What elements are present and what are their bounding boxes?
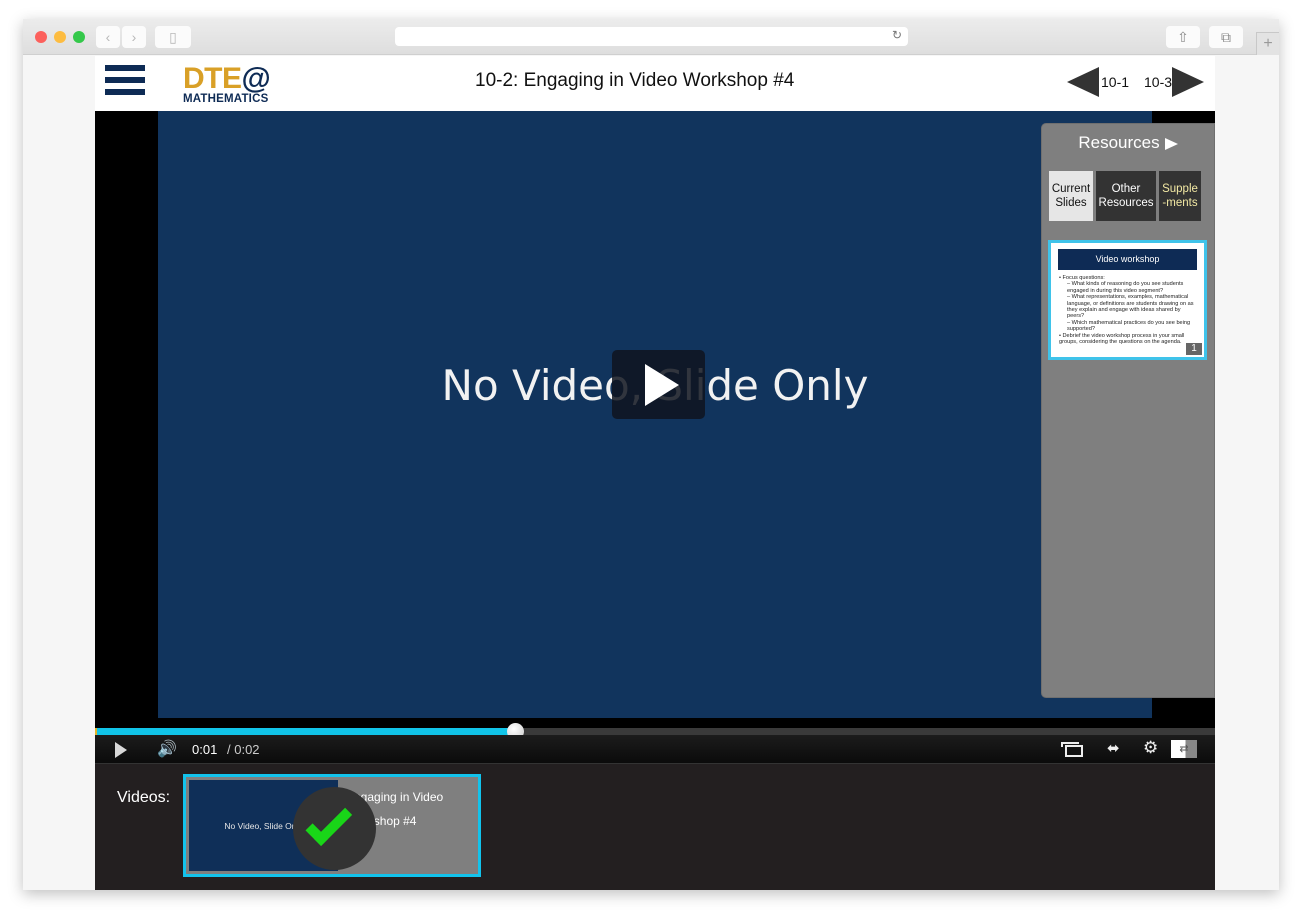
play-icon (645, 364, 679, 406)
volume-icon[interactable]: 🔊 (157, 739, 177, 759)
chevron-left-icon: ‹ (105, 29, 111, 45)
page-content: DTE@ MATHEMATICS 10-2: Engaging in Video… (95, 56, 1215, 890)
previous-lesson-label: 10-1 (1101, 74, 1130, 90)
share-button[interactable]: ⇧ (1166, 26, 1200, 48)
slide-bullet: – Which mathematical practices do you se… (1067, 319, 1191, 333)
slide-thumbnail[interactable]: Video workshop • Focus questions: – What… (1048, 240, 1207, 360)
video-screen[interactable]: No Video, Slide Only (158, 111, 1152, 718)
menu-button[interactable] (105, 65, 145, 97)
forward-button[interactable]: › (122, 26, 146, 48)
checkmark-icon (305, 799, 353, 846)
videos-label: Videos: (117, 789, 171, 806)
sidebar-toggle-button[interactable]: ▯ (155, 26, 191, 48)
slide-body: • Focus questions: – What kinds of reaso… (1059, 275, 1197, 345)
hamburger-icon-bar (105, 89, 145, 95)
new-tab-button[interactable]: + (1256, 32, 1279, 55)
slide-bullet: – What kinds of reasoning do you see stu… (1067, 281, 1184, 294)
progress-fill (95, 728, 515, 735)
video-player[interactable]: No Video, Slide Only Resources Current S… (95, 111, 1215, 764)
hamburger-icon-bar (105, 77, 145, 83)
current-time: 0:01 (192, 742, 218, 757)
completed-badge (293, 787, 376, 870)
share-icon: ⇧ (1177, 29, 1189, 45)
big-play-button[interactable] (612, 350, 705, 419)
expand-icon[interactable]: ⬌ (1107, 739, 1120, 757)
slide-heading: Video workshop (1058, 249, 1197, 270)
play-button[interactable] (115, 742, 127, 758)
resources-title: Resources (1078, 133, 1160, 152)
page-margin-left (23, 56, 95, 890)
swap-layout-icon[interactable]: ⇄ (1171, 740, 1197, 758)
slide-bullet: • Debrief the video workshop process in … (1059, 332, 1185, 346)
chevron-right-icon: › (131, 29, 137, 45)
sidebar-icon: ▯ (169, 29, 177, 45)
triangle-right-icon (1164, 137, 1178, 150)
slide-number-badge: 1 (1186, 343, 1202, 355)
next-lesson-label: 10-3 (1144, 74, 1173, 90)
picture-in-picture-icon[interactable] (1061, 742, 1083, 757)
show-tabs-button[interactable]: ⧉ (1209, 26, 1243, 48)
resources-toggle[interactable]: Resources (1042, 133, 1214, 153)
duration: / 0:02 (227, 742, 260, 757)
settings-gear-icon[interactable]: ⚙ (1143, 738, 1158, 758)
logo-wordmark: DTE@ (183, 62, 271, 95)
logo-at: @ (241, 62, 271, 95)
progress-bar[interactable] (95, 723, 1215, 740)
arrow-right-icon (1172, 67, 1205, 97)
browser-window: ‹ › ▯ ↻ ⇧ ⧉ + DTE@ MATHEMATICS 10-2: Eng… (23, 19, 1279, 890)
reload-icon[interactable]: ↻ (892, 28, 902, 42)
video-list-item[interactable]: No Video, Slide Only Engaging in Video W… (183, 774, 481, 877)
minimize-window-button[interactable] (54, 31, 66, 43)
hamburger-icon (105, 65, 145, 71)
logo[interactable]: DTE@ MATHEMATICS (183, 62, 271, 106)
slide-bullet: – What representations, examples, mathem… (1067, 294, 1194, 320)
resources-panel: Resources Current Slides Other Resources… (1041, 123, 1215, 698)
player-controls: 🔊 0:01 / 0:02 ⬌ ⚙ ⇄ (95, 735, 1215, 764)
address-bar[interactable]: ↻ (395, 27, 908, 46)
logo-dte: DTE (183, 62, 242, 95)
tab-current-slides[interactable]: Current Slides (1049, 171, 1093, 221)
videos-bar: Videos: No Video, Slide Only Engaging in… (95, 764, 1215, 890)
logo-subtitle: MATHEMATICS (183, 93, 269, 105)
close-window-button[interactable] (35, 31, 47, 43)
tabs-icon: ⧉ (1221, 29, 1231, 45)
next-lesson-link[interactable]: 10-3 (1144, 66, 1205, 98)
page-margin-right (1215, 56, 1279, 890)
plus-icon: + (1263, 35, 1273, 52)
back-button[interactable]: ‹ (96, 26, 120, 48)
browser-toolbar: ‹ › ▯ ↻ ⇧ ⧉ + (23, 19, 1279, 55)
tab-supplements[interactable]: Supple -ments (1159, 171, 1201, 221)
previous-lesson-link[interactable]: 10-1 (1067, 66, 1129, 98)
page-title: 10-2: Engaging in Video Workshop #4 (475, 70, 795, 91)
tab-other-resources[interactable]: Other Resources (1096, 171, 1156, 221)
site-header: DTE@ MATHEMATICS 10-2: Engaging in Video… (95, 56, 1215, 111)
arrow-left-icon (1067, 67, 1099, 97)
zoom-window-button[interactable] (73, 31, 85, 43)
